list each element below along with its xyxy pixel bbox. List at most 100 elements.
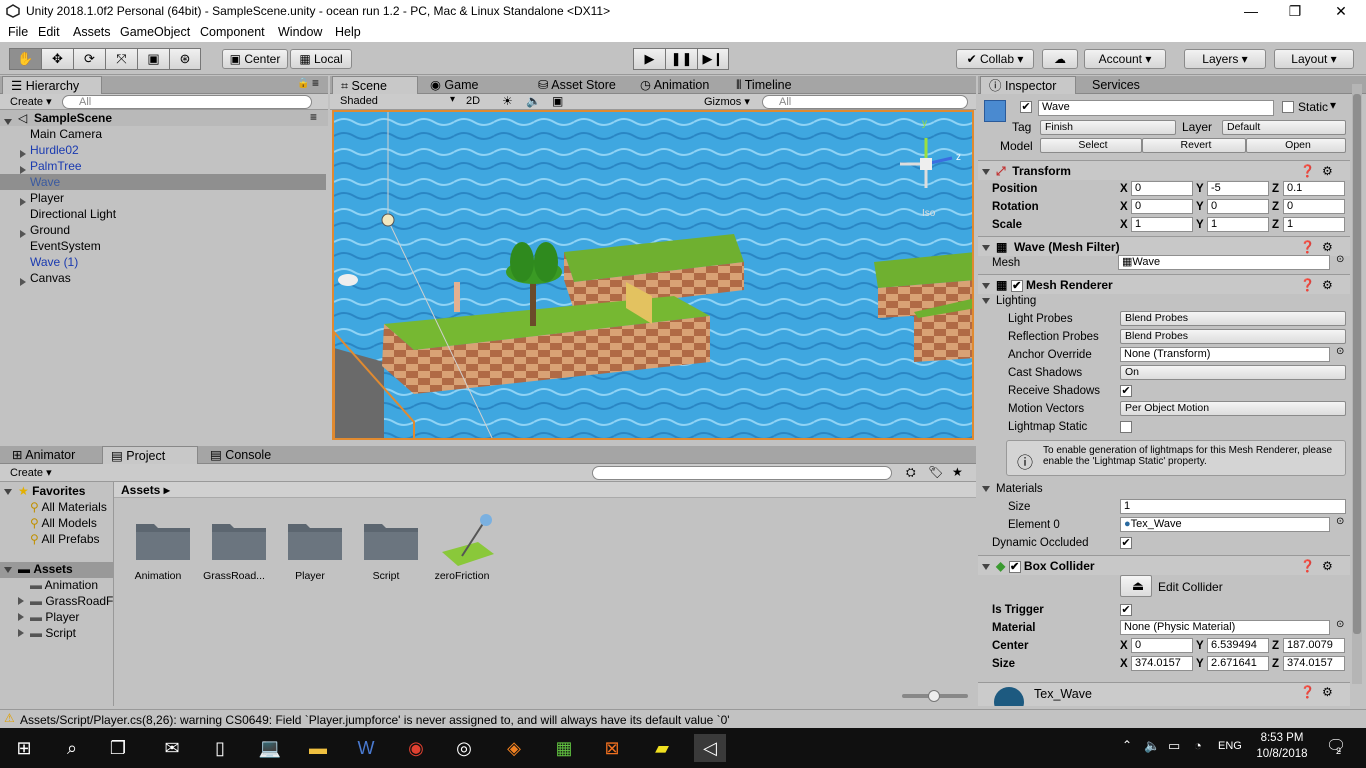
x-field[interactable]: 0 <box>1131 181 1193 196</box>
lighting-toggle-icon[interactable]: ☀ <box>502 94 513 108</box>
object-name-field[interactable]: Wave <box>1038 100 1274 116</box>
scene-viewport[interactable]: y z Iso <box>332 110 974 440</box>
media-player-icon[interactable]: ◎ <box>448 734 480 762</box>
hierarchy-search-input[interactable]: All <box>62 95 312 109</box>
tab-services[interactable]: Services <box>1084 76 1148 94</box>
move-tool-icon[interactable]: ✥ <box>41 48 73 70</box>
help-icon[interactable]: ❓ <box>1300 556 1315 576</box>
scene-search-input[interactable]: All <box>762 95 968 109</box>
static-dropdown-arrow-icon[interactable]: ▾ <box>1330 98 1336 112</box>
tab-asset-store[interactable]: ⛁ Asset Store <box>530 76 624 94</box>
favorite-item[interactable]: ⚲ All Models <box>30 516 97 530</box>
asset-tree-item[interactable]: ▬ Animation <box>18 578 98 592</box>
y-field[interactable]: 2.671641 <box>1207 656 1269 671</box>
lock-icon[interactable]: 🔒 <box>297 78 309 89</box>
project-search-input[interactable] <box>592 466 892 480</box>
phone-app-icon[interactable]: ▯ <box>204 734 236 762</box>
layout-dropdown[interactable]: Layout ▾ <box>1274 49 1354 69</box>
account-button[interactable]: Account ▾ <box>1084 49 1166 69</box>
edit-collider-button[interactable]: ⏏ <box>1120 575 1152 597</box>
scene-root-row[interactable]: ◁ SampleScene ≡ <box>0 110 328 126</box>
light-probes-dropdown[interactable]: Blend Probes <box>1120 311 1346 326</box>
asset-grid-item[interactable]: Script <box>348 512 424 592</box>
hierarchy-item[interactable]: Directional Light <box>0 206 326 222</box>
layers-dropdown[interactable]: Layers ▾ <box>1184 49 1266 69</box>
menu-file[interactable]: File <box>8 25 28 39</box>
laptop-app-icon[interactable]: 💻 <box>254 734 286 762</box>
y-field[interactable]: -5 <box>1207 181 1269 196</box>
tab-game[interactable]: ◉ Game <box>422 76 486 94</box>
menu-assets[interactable]: Assets <box>73 25 111 39</box>
mesh-field[interactable]: ▦Wave <box>1118 255 1330 270</box>
iso-label[interactable]: Iso <box>922 208 935 219</box>
cloud-button[interactable]: ☁ <box>1042 49 1078 69</box>
static-checkbox[interactable] <box>1282 101 1294 113</box>
asset-grid-item[interactable]: GrassRoad... <box>196 512 272 592</box>
minimize-button[interactable]: — <box>1228 0 1274 24</box>
hierarchy-item[interactable]: Wave (1) <box>0 254 326 270</box>
materials-foldout[interactable]: Materials <box>982 480 1043 498</box>
gear-icon[interactable]: ⚙ <box>1322 685 1333 699</box>
hierarchy-item[interactable]: Ground <box>0 222 326 238</box>
y-field[interactable]: 6.539494 <box>1207 638 1269 653</box>
object-picker-icon[interactable]: ⊙ <box>1336 516 1344 527</box>
gear-icon[interactable]: ⚙ <box>1322 237 1333 257</box>
mesh-renderer-header[interactable]: ▦ ✔ Mesh Renderer ❓ ⚙ <box>978 274 1350 294</box>
task-view-icon[interactable]: ❐ <box>102 734 134 762</box>
anchor-override-field[interactable]: None (Transform) <box>1120 347 1330 362</box>
filter-type-icon[interactable]: ⛭ <box>906 465 916 480</box>
layer-dropdown[interactable]: Default <box>1222 120 1346 135</box>
tab-hierarchy[interactable]: ☰ Hierarchy <box>2 76 102 94</box>
search-icon[interactable]: ⌕ <box>56 734 88 762</box>
z-field[interactable]: 187.0079 <box>1283 638 1345 653</box>
tab-console[interactable]: ▤ Console <box>202 446 279 464</box>
step-icon[interactable]: ▶❙ <box>697 48 729 70</box>
transform-header[interactable]: ⤢ Transform ❓ ⚙ <box>978 160 1350 180</box>
help-icon[interactable]: ❓ <box>1300 237 1315 257</box>
object-picker-icon[interactable]: ⊙ <box>1336 346 1344 357</box>
rotate-tool-icon[interactable]: ⟳ <box>73 48 105 70</box>
scene-menu-icon[interactable]: ≡ <box>310 110 317 124</box>
menu-help[interactable]: Help <box>335 25 361 39</box>
model-revert-button[interactable]: Revert <box>1142 138 1246 153</box>
status-message[interactable]: Assets/Script/Player.cs(8,26): warning C… <box>20 713 730 727</box>
reflection-probes-dropdown[interactable]: Blend Probes <box>1120 329 1346 344</box>
gear-icon[interactable]: ⚙ <box>1322 161 1333 181</box>
orange-app-icon[interactable]: ◈ <box>498 734 530 762</box>
icon-size-slider[interactable] <box>902 690 968 702</box>
sticky-notes-icon[interactable]: ▰ <box>646 734 678 762</box>
z-field[interactable]: 0.1 <box>1283 181 1345 196</box>
unity-taskbar-icon[interactable]: ◁ <box>694 734 726 762</box>
file-explorer-icon[interactable]: ▬ <box>302 734 334 762</box>
maximize-button[interactable]: ❐ <box>1272 0 1318 24</box>
box-collider-header[interactable]: ◆ ✔ Box Collider ❓ ⚙ <box>978 555 1350 575</box>
lightmap-static-checkbox[interactable] <box>1120 421 1132 433</box>
object-picker-icon[interactable]: ⊙ <box>1336 254 1344 265</box>
asset-grid-item[interactable]: Animation <box>120 512 196 592</box>
expand-icon[interactable] <box>18 613 24 621</box>
pivot-center-button[interactable]: ▣ Center <box>222 49 288 69</box>
hierarchy-item[interactable]: Wave <box>0 174 326 190</box>
pause-icon[interactable]: ❚❚ <box>665 48 697 70</box>
asset-tree-item[interactable]: ▬ Script <box>18 626 76 640</box>
asset-grid-item[interactable]: Player <box>272 512 348 592</box>
favorites-row[interactable]: ★ Favorites <box>4 484 114 500</box>
hierarchy-item[interactable]: PalmTree <box>0 158 326 174</box>
gizmos-dropdown[interactable]: Gizmos ▾ <box>704 95 750 108</box>
tab-project[interactable]: ▤ Project <box>102 446 198 464</box>
gear-icon[interactable]: ⚙ <box>1322 556 1333 576</box>
active-checkbox[interactable]: ✔ <box>1020 101 1032 113</box>
hierarchy-create-button[interactable]: Create ▾ <box>10 95 52 108</box>
hand-tool-icon[interactable]: ✋ <box>9 48 41 70</box>
z-field[interactable]: 1 <box>1283 217 1345 232</box>
cast-shadows-dropdown[interactable]: On <box>1120 365 1346 380</box>
mail-icon[interactable]: ✉ <box>156 734 188 762</box>
x-field[interactable]: 374.0157 <box>1131 656 1193 671</box>
collab-button[interactable]: ✔ Collab ▾ <box>956 49 1034 69</box>
y-field[interactable]: 0 <box>1207 199 1269 214</box>
y-field[interactable]: 1 <box>1207 217 1269 232</box>
breadcrumb-assets[interactable]: Assets ▸ <box>121 483 170 497</box>
transform-tool-icon[interactable]: ⊛ <box>169 48 201 70</box>
tab-inspector[interactable]: ⓘ Inspector <box>980 76 1076 94</box>
project-create-button[interactable]: Create ▾ <box>10 466 52 479</box>
